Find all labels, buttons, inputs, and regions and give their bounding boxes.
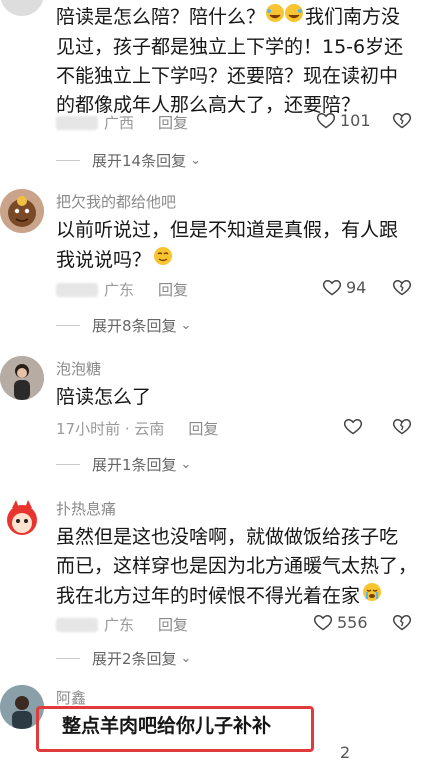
location-label: 广西 [104, 114, 135, 132]
divider [56, 464, 80, 465]
comment-meta: 广西 回复 [56, 112, 188, 133]
dislike-button[interactable] [392, 277, 412, 301]
comment-meta: 17小时前 · 云南 回复 [56, 418, 218, 439]
username[interactable]: 扑热息痛 [56, 498, 116, 519]
dislike-button[interactable] [392, 110, 412, 134]
blurred-time [56, 115, 98, 130]
like-button[interactable]: 101 [316, 110, 371, 130]
heart-outline-icon [343, 418, 363, 435]
chevron-down-icon: ⌄ [180, 318, 192, 333]
location-label: 广东 [104, 281, 135, 299]
location-label: 广东 [104, 616, 135, 634]
reply-button[interactable]: 回复 [158, 614, 188, 635]
heart-outline-icon [313, 614, 333, 631]
comment-meta: 广东 回复 [56, 614, 188, 635]
smiling-emoji-icon [151, 245, 175, 276]
blurred-time [56, 617, 98, 632]
dislike-button[interactable] [392, 612, 412, 636]
reply-button[interactable]: 回复 [158, 112, 188, 133]
divider [56, 325, 80, 326]
username[interactable]: 泡泡糖 [56, 358, 101, 379]
like-count: 556 [337, 612, 368, 632]
expand-replies-button[interactable]: 展开2条回复 ⌄ [56, 648, 191, 669]
crying-emoji-icon [360, 581, 384, 612]
expand-label: 展开8条回复 [92, 317, 177, 335]
girl-photo-avatar-icon [0, 356, 44, 400]
comment-text: 虽然但是这也没啥啊，就做做饭给孩子吃 而已，这样穿也是因为北方通暖气太热了， 我… [56, 523, 421, 612]
time-location-label: 17小时前 · 云南 [56, 420, 165, 438]
avatar[interactable] [0, 356, 44, 400]
divider [56, 160, 80, 161]
avatar[interactable] [0, 496, 44, 540]
reply-button[interactable]: 回复 [158, 279, 188, 300]
like-button[interactable] [343, 416, 367, 436]
avatar[interactable] [0, 0, 44, 16]
broken-heart-icon [392, 112, 412, 129]
red-cartoon-avatar-icon [0, 496, 44, 540]
broken-heart-icon [392, 279, 412, 296]
divider [56, 658, 80, 659]
expand-replies-button[interactable]: 展开8条回复 ⌄ [56, 315, 191, 336]
expand-replies-button[interactable]: 展开14条回复 ⌄ [56, 150, 201, 171]
expand-replies-button[interactable]: 展开1条回复 ⌄ [56, 454, 191, 475]
comment-text: 陪读怎么了 [56, 386, 152, 408]
comment-meta: 广东 回复 [56, 279, 188, 300]
comment-text: 陪读是怎么陪？陪什么？ 我们南方没 见过，孩子都是独立上下学的！15-6岁还 不… [56, 2, 421, 120]
chevron-down-icon: ⌄ [190, 153, 201, 168]
chevron-down-icon: ⌄ [180, 651, 192, 666]
blurred-time [56, 282, 98, 297]
like-button[interactable]: 94 [322, 277, 366, 297]
like-count: 94 [346, 277, 367, 297]
avatar[interactable] [0, 189, 44, 233]
crying-laughing-emoji-icon [265, 2, 305, 33]
heart-outline-icon [322, 279, 342, 296]
chevron-down-icon: ⌄ [180, 457, 192, 472]
like-button[interactable]: 2 [340, 743, 350, 762]
cartoon-avatar-icon [0, 189, 44, 233]
heart-outline-icon [316, 112, 336, 129]
expand-label: 展开1条回复 [92, 456, 177, 474]
highlight-box [36, 706, 314, 752]
expand-label: 展开14条回复 [92, 152, 187, 170]
comment-text: 以前听说过，但是不知道是真假，有人跟 我说说吗？ [56, 216, 421, 276]
username[interactable]: 阿鑫 [56, 687, 86, 708]
broken-heart-icon [392, 418, 412, 435]
username[interactable]: 把欠我的都给他吧 [56, 191, 176, 212]
dislike-button[interactable] [392, 416, 412, 440]
expand-label: 展开2条回复 [92, 650, 177, 668]
reply-button[interactable]: 回复 [188, 418, 218, 439]
like-count: 2 [340, 743, 351, 762]
like-button[interactable]: 556 [313, 612, 368, 632]
like-count: 101 [340, 110, 371, 130]
broken-heart-icon [392, 614, 412, 631]
